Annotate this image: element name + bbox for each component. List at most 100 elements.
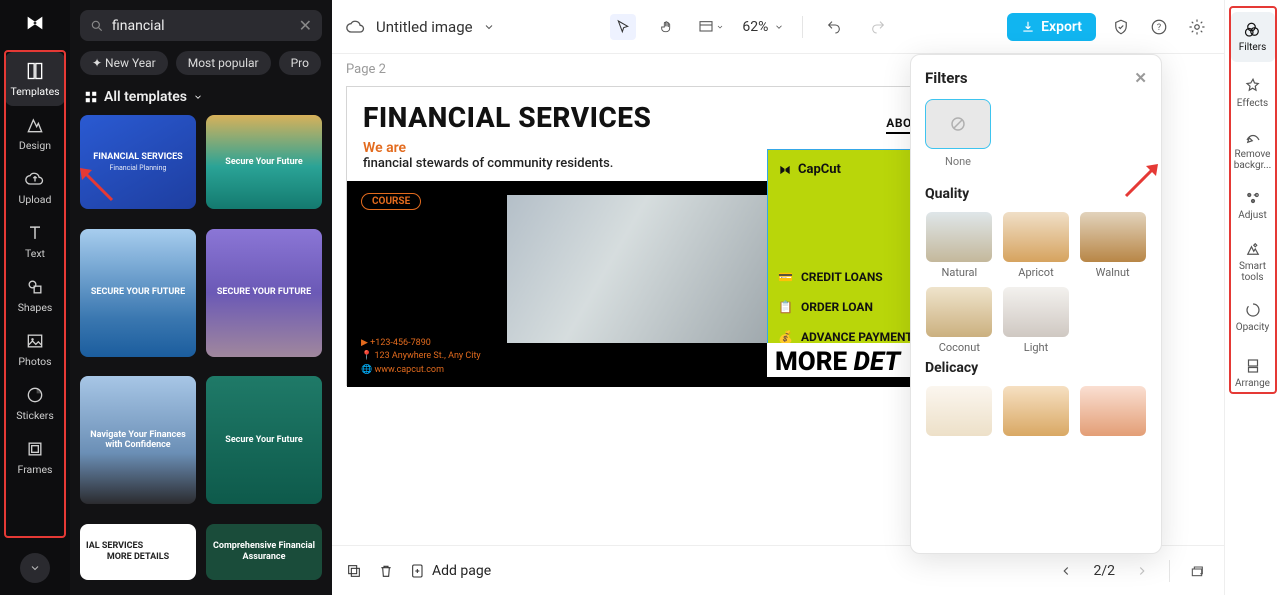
template-search[interactable]: ✕ [80,10,322,41]
filter-label: Walnut [1096,266,1130,279]
template-thumb[interactable]: SECURE YOUR FUTURE [206,229,322,357]
right-rail-smart-tools[interactable]: Smart tools [1231,236,1275,286]
chevron-down-icon [774,22,784,32]
app-logo[interactable] [20,8,50,38]
right-rail-effects[interactable]: Effects [1231,68,1275,118]
add-page-button[interactable]: Add page [410,563,491,579]
filter-label: Coconut [939,341,980,354]
filter-walnut[interactable]: Walnut [1078,212,1147,279]
rail-item-label: Frames [18,463,53,476]
filter-thumb [1003,212,1069,262]
rail-item-design[interactable]: Design [5,106,65,160]
right-rail-label: Arrange [1235,378,1270,389]
filters-panel: Filters ✕ None Quality Natural Apricot Waln… [910,54,1162,554]
filter-label: Apricot [1018,266,1053,279]
filter-none-label: None [925,155,991,168]
chip-most-popular[interactable]: Most popular [176,51,271,75]
help-icon[interactable]: ? [1146,14,1172,40]
rail-item-label: Stickers [16,409,53,422]
filter-thumb [1003,287,1069,337]
chevron-down-icon [193,92,203,102]
duplicate-page-button[interactable] [346,563,362,579]
headline: FINANCIAL SERVICES [363,101,651,134]
rail-item-templates[interactable]: Templates [5,52,65,106]
rail-more-button[interactable] [20,553,50,583]
rail-item-stickers[interactable]: Stickers [5,376,65,430]
shield-icon[interactable] [1108,14,1134,40]
right-rail-label: Opacity [1236,322,1270,333]
right-rail-icon [1244,357,1262,375]
right-rail-adjust[interactable]: Adjust [1231,180,1275,230]
filter-thumb [1080,386,1146,436]
right-rail-opacity[interactable]: Opacity [1231,292,1275,342]
filters-title: Filters [925,69,968,87]
design-scene[interactable]: FINANCIAL SERVICES ABOUT S We are financ… [346,86,966,386]
filter-none[interactable] [925,99,991,149]
filter-section-title: Delicacy [925,360,1147,376]
template-thumb[interactable]: Navigate Your Finances with Confidence [80,376,196,504]
rail-item-shapes[interactable]: Shapes [5,268,65,322]
all-templates-dropdown[interactable]: All templates [84,89,318,105]
scene-contact: ▶ +123-456-7890 📍 123 Anywhere St., Any … [361,337,481,378]
rail-item-photos[interactable]: Photos [5,322,65,376]
right-rail-remove-backgr-[interactable]: Remove backgr... [1231,124,1275,174]
add-page-icon [410,563,426,579]
all-templates-label: All templates [104,89,187,105]
main-area: Untitled image 62% Export [332,0,1224,595]
filter-thumb [926,386,992,436]
filter-natural[interactable]: Natural [925,212,994,279]
next-page-button[interactable] [1129,558,1155,584]
filter-del1[interactable] [925,386,994,440]
chip-pro[interactable]: Pro [279,51,321,75]
right-rail-icon [1244,21,1262,39]
layout-tool[interactable] [698,14,724,40]
rail-item-upload[interactable]: Upload [5,160,65,214]
rail-item-frames[interactable]: Frames [5,430,65,484]
document-title[interactable]: Untitled image [346,17,495,37]
filter-coconut[interactable]: Coconut [925,287,994,354]
photos-icon [25,331,45,351]
filter-thumb [1003,386,1069,436]
upload-icon [25,169,45,189]
filter-del2[interactable] [1002,386,1071,440]
template-thumb[interactable]: SECURE YOUR FUTURE [80,229,196,357]
right-rail-arrange[interactable]: Arrange [1231,348,1275,398]
filter-section-title: Quality [925,186,1147,202]
template-search-input[interactable] [112,18,291,34]
filter-del3[interactable] [1078,386,1147,440]
filter-apricot[interactable]: Apricot [1002,212,1071,279]
right-rail-filters[interactable]: Filters [1231,12,1275,62]
export-button[interactable]: Export [1007,13,1096,41]
redo-button[interactable] [865,14,891,40]
right-rail-label: Effects [1237,98,1268,109]
settings-icon[interactable] [1184,14,1210,40]
prev-page-button[interactable] [1053,558,1079,584]
layers-button[interactable] [1184,558,1210,584]
template-thumb[interactable]: IAL SERVICESMORE DETAILS [80,524,196,580]
templates-panel: ✕ ✦ New Year Most popular Pro All template… [70,0,332,595]
clear-search-icon[interactable]: ✕ [299,16,312,35]
delete-page-button[interactable] [378,563,394,579]
frames-icon [25,439,45,459]
hand-tool[interactable] [654,14,680,40]
cursor-tool[interactable] [610,14,636,40]
template-thumb[interactable]: Secure Your Future [206,376,322,504]
right-rail: Filters Effects Remove backgr... Adjust Smar… [1224,0,1280,595]
text-icon [25,223,45,243]
zoom-level[interactable]: 62% [742,19,784,35]
search-icon [90,19,104,33]
chip-new-year[interactable]: ✦ New Year [80,51,168,75]
rail-item-text[interactable]: Text [5,214,65,268]
right-rail-icon [1244,301,1262,319]
template-thumb[interactable]: Secure Your Future [206,115,322,209]
right-rail-icon [1244,189,1262,207]
template-thumb[interactable]: FINANCIAL SERVICESFinancial Planning [80,115,196,209]
undo-button[interactable] [821,14,847,40]
course-pill: COURSE [361,193,421,210]
template-thumb[interactable]: Comprehensive Financial Assurance [206,524,322,580]
design-icon [25,115,45,135]
zoom-value: 62% [742,19,768,35]
filter-light[interactable]: Light [1002,287,1071,354]
close-icon[interactable]: ✕ [1134,69,1147,87]
filter-thumb [1080,212,1146,262]
